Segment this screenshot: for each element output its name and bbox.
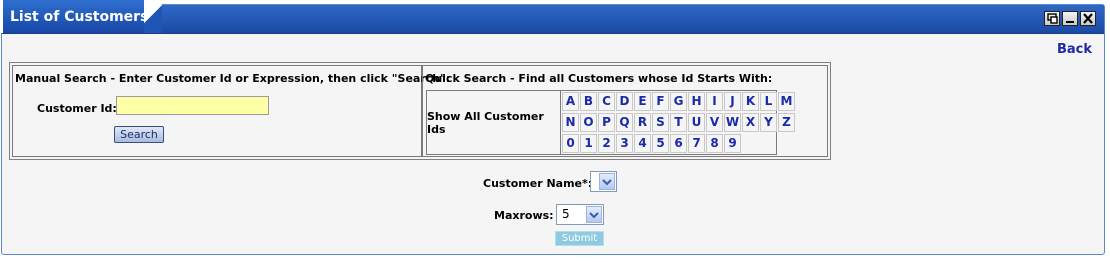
minimize-icon[interactable] bbox=[1062, 11, 1078, 26]
letter-row: ABCDEFGHIJKLM bbox=[561, 91, 795, 112]
quick-search-link-j[interactable]: J bbox=[724, 92, 741, 111]
quick-search-link-6[interactable]: 6 bbox=[670, 134, 687, 153]
window-title: List of Customers bbox=[10, 9, 149, 25]
quick-search-link-s[interactable]: S bbox=[652, 113, 669, 132]
quick-search-link-5[interactable]: 5 bbox=[652, 134, 669, 153]
chevron-down-icon[interactable] bbox=[599, 173, 615, 190]
window-controls bbox=[1044, 11, 1096, 26]
customer-list-window: List of Customers Back Manual Search - E… bbox=[1, 0, 1105, 255]
quick-search-link-z[interactable]: Z bbox=[778, 113, 795, 132]
quick-search-link-g[interactable]: G bbox=[670, 92, 687, 111]
customer-name-select[interactable] bbox=[590, 171, 617, 192]
quick-search-link-r[interactable]: R bbox=[634, 113, 651, 132]
quick-search-link-y[interactable]: Y bbox=[760, 113, 777, 132]
quick-search-link-o[interactable]: O bbox=[580, 113, 597, 132]
maxrows-value: 5 bbox=[562, 207, 570, 221]
quick-search-link-2[interactable]: 2 bbox=[598, 134, 615, 153]
quick-search-link-f[interactable]: F bbox=[652, 92, 669, 111]
quick-search-link-b[interactable]: B bbox=[580, 92, 597, 111]
show-all-customer-ids-link[interactable]: Show All Customer Ids bbox=[427, 91, 561, 154]
quick-search-link-9[interactable]: 9 bbox=[724, 134, 741, 153]
title-bar: List of Customers bbox=[1, 0, 1104, 34]
quick-search-link-p[interactable]: P bbox=[598, 113, 615, 132]
maxrows-select[interactable]: 5 bbox=[556, 204, 604, 225]
search-box: Manual Search - Enter Customer Id or Exp… bbox=[9, 62, 831, 160]
quick-search-link-n[interactable]: N bbox=[562, 113, 579, 132]
close-icon[interactable] bbox=[1080, 11, 1096, 26]
submit-button[interactable]: Submit bbox=[555, 231, 604, 246]
back-link[interactable]: Back bbox=[1057, 42, 1092, 57]
chevron-down-icon[interactable] bbox=[586, 206, 602, 223]
quick-search-link-w[interactable]: W bbox=[724, 113, 741, 132]
quick-search-title: Quick Search - Find all Customers whose … bbox=[425, 72, 773, 85]
letter-grid: ABCDEFGHIJKLMNOPQRSTUVWXYZ0123456789 bbox=[561, 91, 795, 154]
manual-search-panel: Manual Search - Enter Customer Id or Exp… bbox=[12, 65, 450, 157]
customer-id-label: Customer Id: bbox=[37, 102, 117, 115]
quick-search-link-8[interactable]: 8 bbox=[706, 134, 723, 153]
quick-search-link-m[interactable]: M bbox=[778, 92, 795, 111]
quick-search-link-v[interactable]: V bbox=[706, 113, 723, 132]
quick-search-link-k[interactable]: K bbox=[742, 92, 759, 111]
quick-search-link-u[interactable]: U bbox=[688, 113, 705, 132]
quick-search-link-t[interactable]: T bbox=[670, 113, 687, 132]
quick-search-link-0[interactable]: 0 bbox=[562, 134, 579, 153]
quick-search-link-4[interactable]: 4 bbox=[634, 134, 651, 153]
quick-search-link-d[interactable]: D bbox=[616, 92, 633, 111]
quick-search-link-x[interactable]: X bbox=[742, 113, 759, 132]
quick-search-link-l[interactable]: L bbox=[760, 92, 777, 111]
restore-icon[interactable] bbox=[1044, 11, 1060, 26]
letter-row: NOPQRSTUVWXYZ bbox=[561, 112, 795, 133]
customer-id-input[interactable] bbox=[116, 96, 269, 115]
manual-search-title: Manual Search - Enter Customer Id or Exp… bbox=[15, 72, 451, 85]
quick-search-link-3[interactable]: 3 bbox=[616, 134, 633, 153]
quick-search-link-c[interactable]: C bbox=[598, 92, 615, 111]
quick-search-panel: Quick Search - Find all Customers whose … bbox=[422, 65, 828, 157]
maxrows-label: Maxrows: bbox=[494, 209, 554, 222]
quick-search-link-a[interactable]: A bbox=[562, 92, 579, 111]
customer-name-label: Customer Name*: bbox=[483, 177, 593, 190]
search-button[interactable]: Search bbox=[114, 126, 164, 143]
quick-search-table: Show All Customer Ids ABCDEFGHIJKLMNOPQR… bbox=[426, 90, 795, 155]
letter-row: 0123456789 bbox=[561, 133, 795, 154]
quick-search-link-q[interactable]: Q bbox=[616, 113, 633, 132]
quick-search-link-e[interactable]: E bbox=[634, 92, 651, 111]
quick-search-link-h[interactable]: H bbox=[688, 92, 705, 111]
quick-search-link-7[interactable]: 7 bbox=[688, 134, 705, 153]
quick-search-link-i[interactable]: I bbox=[706, 92, 723, 111]
quick-search-link-1[interactable]: 1 bbox=[580, 134, 597, 153]
